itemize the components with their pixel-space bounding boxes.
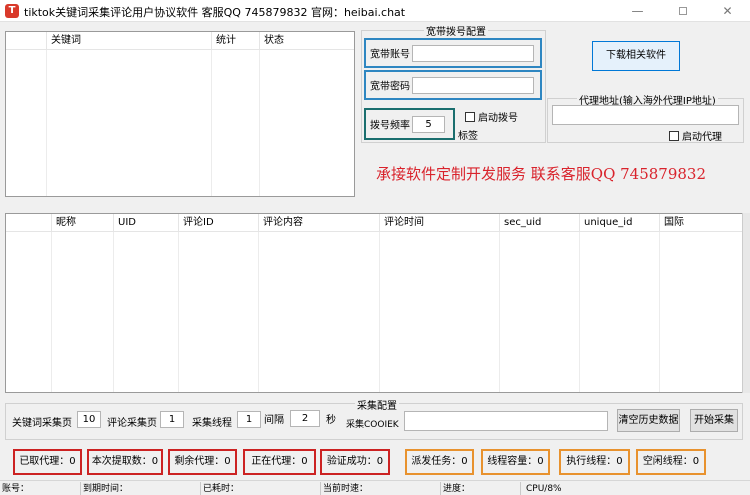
keyword-col-blank	[6, 32, 46, 49]
results-col-uid[interactable]: UID	[113, 214, 178, 231]
dial-config-title: 宽带拨号配置	[424, 23, 488, 38]
download-software-button[interactable]: 下载相关软件	[592, 41, 680, 71]
title-bar: T tiktok关键词采集评论用户协议软件 客服QQ 745879832 官网：…	[0, 0, 750, 22]
keyword-pages-input[interactable]: 10	[77, 411, 101, 428]
keyword-list-header: 关键词 统计 状态	[6, 32, 354, 50]
keyword-col-status[interactable]: 状态	[259, 32, 354, 49]
status-progress: 进度：	[440, 482, 520, 495]
threads-label: 采集线程	[192, 418, 232, 429]
threads-input[interactable]: 1	[237, 411, 261, 428]
results-col-comment-time[interactable]: 评论时间	[379, 214, 499, 231]
close-icon[interactable]: ✕	[705, 0, 750, 22]
results-col-comment-content[interactable]: 评论内容	[258, 214, 379, 231]
auto-dial-checkbox[interactable]: 启动拨号	[465, 109, 518, 124]
auto-dial-checkbox-box[interactable]	[465, 111, 475, 122]
results-list[interactable]: 昵称 UID 评论ID 评论内容 评论时间 sec_uid unique_id …	[5, 213, 743, 393]
start-collect-button[interactable]: 开始采集	[690, 409, 738, 432]
comment-pages-label: 评论采集页	[107, 418, 157, 429]
proxy-address-input[interactable]	[552, 105, 739, 125]
comment-pages-input[interactable]: 1	[160, 411, 184, 428]
current-extract-stat: 本次提取数：0	[87, 449, 163, 475]
results-col-sec-uid[interactable]: sec_uid	[499, 214, 579, 231]
idle-threads-stat: 空闲线程：0	[636, 449, 706, 475]
account-input[interactable]	[412, 45, 534, 62]
results-col-unique-id[interactable]: unique_id	[579, 214, 659, 231]
results-col-comment-id[interactable]: 评论ID	[178, 214, 258, 231]
clear-history-button[interactable]: 清空历史数据	[617, 409, 680, 432]
auto-dial-label: 启动拨号	[478, 113, 518, 124]
enable-proxy-checkbox-box[interactable]	[669, 130, 679, 141]
maximize-icon[interactable]	[660, 0, 705, 22]
keyword-list[interactable]: 关键词 统计 状态	[5, 31, 355, 197]
frequency-box: 拨号频率 5	[364, 108, 455, 140]
results-list-header: 昵称 UID 评论ID 评论内容 评论时间 sec_uid unique_id …	[6, 214, 742, 232]
running-threads-stat: 执行线程：0	[559, 449, 630, 475]
status-account: 账号：	[2, 484, 30, 494]
enable-proxy-checkbox[interactable]: 启动代理	[669, 128, 722, 143]
frequency-label: 拨号频率	[370, 120, 410, 132]
status-bar: 账号： 到期时间： 已耗时： 当前时速： 进度： CPU/8%	[0, 480, 750, 495]
keyword-col-keyword[interactable]: 关键词	[46, 32, 211, 49]
remaining-proxies-stat: 剩余代理：0	[168, 449, 237, 475]
frequency-input[interactable]: 5	[412, 116, 445, 133]
thread-capacity-stat: 线程容量：0	[481, 449, 550, 475]
proxies-in-use-stat: 正在代理：0	[243, 449, 316, 475]
app-icon: T	[5, 4, 19, 18]
password-input[interactable]	[412, 77, 534, 94]
account-box: 宽带账号	[364, 38, 542, 68]
password-label: 宽带密码	[370, 81, 410, 93]
status-cpu: CPU/8%	[520, 482, 750, 495]
results-col-nickname[interactable]: 昵称	[51, 214, 113, 231]
enable-proxy-label: 启动代理	[682, 132, 722, 143]
window-title: tiktok关键词采集评论用户协议软件 客服QQ 745879832 官网：he…	[24, 6, 406, 19]
status-expiry: 到期时间：	[80, 482, 200, 495]
interval-input[interactable]: 2	[290, 410, 320, 427]
proxies-taken-stat: 已取代理：0	[13, 449, 82, 475]
status-elapsed: 已耗时：	[200, 482, 320, 495]
promo-text: 承接软件定制开发服务 联系客服QQ 745879832	[376, 165, 707, 183]
results-col-blank	[6, 214, 51, 231]
collect-config-title: 采集配置	[355, 397, 399, 412]
keyword-col-count[interactable]: 统计	[211, 32, 259, 49]
seconds-label: 秒	[326, 415, 336, 426]
account-label: 宽带账号	[370, 49, 410, 61]
minimize-icon[interactable]: —	[615, 0, 660, 22]
cookie-input[interactable]	[404, 411, 608, 431]
tag-label: 标签	[458, 131, 478, 142]
results-scrollbar[interactable]	[742, 213, 750, 393]
password-box: 宽带密码	[364, 70, 542, 100]
keyword-pages-label: 关键词采集页	[12, 418, 72, 429]
tasks-dispatched-stat: 派发任务：0	[405, 449, 474, 475]
cookie-label: 采集COOIEK	[346, 420, 399, 430]
interval-label: 间隔	[264, 415, 284, 426]
status-current-time: 当前时速：	[320, 482, 440, 495]
verified-ok-stat: 验证成功：0	[320, 449, 390, 475]
results-col-region[interactable]: 国际	[659, 214, 742, 231]
